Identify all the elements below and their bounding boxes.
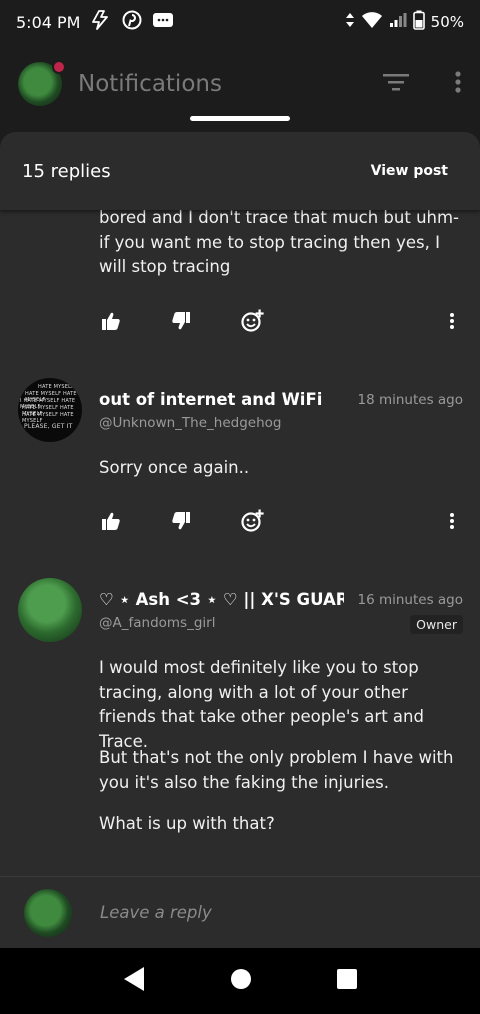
recents-icon[interactable] [336,968,358,994]
system-nav-bar [0,948,480,1014]
add-reaction-icon[interactable] [240,508,266,534]
comment-paragraph: But that's not the only problem I have w… [99,748,454,792]
sheet-header: 15 replies View post [0,132,480,210]
replies-sheet: 15 replies View post bored and I don't t… [0,132,480,948]
replies-count: 15 replies [22,160,111,182]
like-icon[interactable] [98,308,124,334]
back-icon[interactable] [122,966,146,996]
filter-icon[interactable] [382,72,410,96]
comment-text: Sorry once again.. [99,458,250,477]
pinterest-icon [122,10,142,34]
comments-list[interactable]: bored and I don't trace that much but uh… [0,210,480,870]
bolt-icon [90,10,112,34]
comment-actions [0,508,480,538]
like-icon[interactable] [98,508,124,534]
dislike-icon[interactable] [168,308,194,334]
notification-dot [52,60,66,74]
comment-paragraph: What is up with that? [99,814,275,833]
sheet-drag-handle[interactable] [190,116,290,121]
profile-avatar[interactable] [18,60,66,106]
comment-text: bored and I don't trace that much but uh… [99,210,460,276]
avatar [24,888,72,937]
app-header: Notifications [0,52,480,116]
status-time: 5:04 PM [16,12,81,32]
owner-badge: Owner [410,615,463,634]
message-icon [152,11,174,33]
signal-icon [389,12,407,32]
author-name[interactable]: out of internet and WiFi [99,390,344,409]
battery-percent: 50% [430,13,464,31]
author-name[interactable]: ♡ ⋆ Ash <3 ⋆ ♡ || X'S GUARD [99,590,344,609]
more-vert-icon[interactable] [439,508,465,534]
more-vert-icon[interactable] [454,70,462,98]
avatar[interactable] [18,578,82,642]
wifi-icon [361,11,383,33]
more-vert-icon[interactable] [439,308,465,334]
timestamp: 18 minutes ago [357,392,463,408]
data-arrows-icon [345,12,355,32]
reply-input[interactable]: Leave a reply [100,903,212,922]
author-handle[interactable]: @Unknown_The_hedgehog [99,415,281,431]
add-reaction-icon[interactable] [240,308,266,334]
battery-icon [412,10,425,34]
comment-paragraph: I would most definitely like you to stop… [99,658,424,751]
avatar[interactable]: HATE MYSELF HATE MYSELF HATE MYSELF I HA… [18,378,82,442]
author-handle[interactable]: @A_fandoms_girl [99,615,215,631]
home-icon[interactable] [230,968,252,994]
page-title: Notifications [78,71,222,97]
dislike-icon[interactable] [168,508,194,534]
reply-bar: Leave a reply [0,876,480,948]
status-bar: 5:04 PM 50% [0,0,480,44]
view-post-button[interactable]: View post [371,163,448,179]
timestamp: 16 minutes ago [357,592,463,608]
comment-actions [0,308,480,338]
